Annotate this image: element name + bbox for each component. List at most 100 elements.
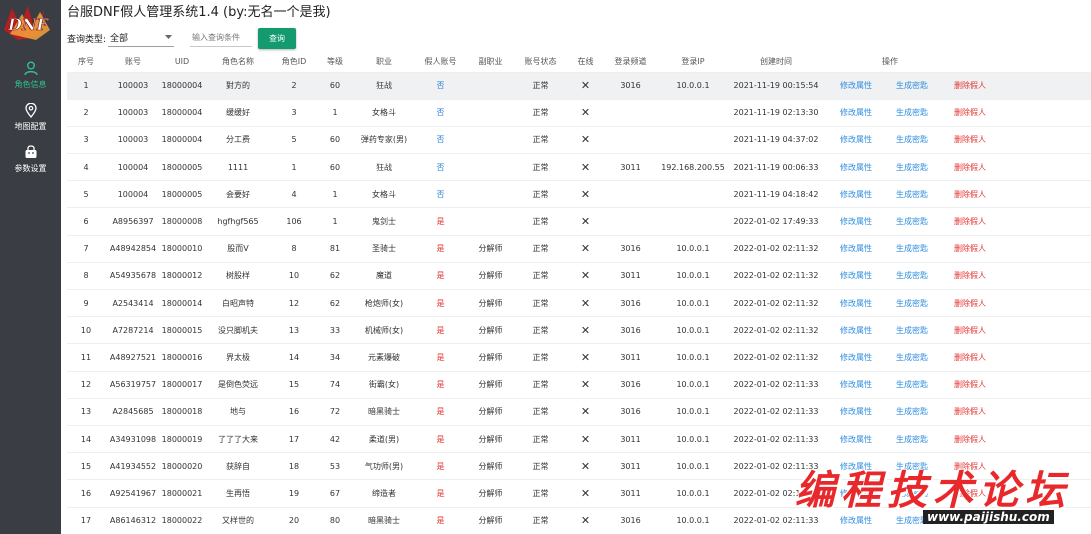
col-header: 角色ID [273,52,315,73]
row-actions: 修改属性 生成密匙 删除假人 [824,452,1091,481]
delete-bot-link[interactable]: 删除假人 [954,353,986,362]
delete-bot-link[interactable]: 删除假人 [954,190,986,199]
table-cell [468,153,513,182]
table-cell: 18000005 [161,180,203,209]
delete-bot-link[interactable]: 删除假人 [954,489,986,498]
search-input[interactable] [190,29,253,47]
table-cell: 是 [413,207,468,236]
edit-attributes-link[interactable]: 修改属性 [840,271,872,280]
table-cell: 10 [273,262,315,291]
table-cell: 正常 [513,262,568,291]
delete-bot-link[interactable]: 删除假人 [954,299,986,308]
edit-attributes-link[interactable]: 修改属性 [840,326,872,335]
table-cell: 树股样 [203,262,273,291]
table-cell [658,99,728,127]
table-cell: 106 [273,207,315,236]
generate-key-link[interactable]: 生成密匙 [896,489,928,498]
svg-text:DNF: DNF [7,15,50,34]
table-cell: 分解师 [468,479,513,508]
table-row: 13 A2845685 18000018 地与 16 72 暗黑骑士是分解师 正常 ✕ 3016 1… [67,398,1091,426]
table-cell: 4 [67,153,105,182]
sidebar-item-role-info[interactable]: 角色信息 [0,54,61,96]
table-cell: 13 [67,398,105,426]
delete-bot-link[interactable]: 删除假人 [954,81,986,90]
table-cell: 1 [273,153,315,182]
edit-attributes-link[interactable]: 修改属性 [840,81,872,90]
generate-key-link[interactable]: 生成密匙 [896,81,928,90]
main-panel: 台服DNF假人管理系统1.4 (by:无名一个是我) 查询类型: 全部 查询 序… [61,0,1091,534]
table-cell [468,126,513,155]
edit-attributes-link[interactable]: 修改属性 [840,108,872,117]
table-cell: hgfhgf565 [203,207,273,236]
delete-bot-link[interactable]: 删除假人 [954,271,986,280]
generate-key-link[interactable]: 生成密匙 [896,380,928,389]
delete-bot-link[interactable]: 删除假人 [954,244,986,253]
table-cell: 18000018 [161,398,203,426]
table-cell: 分解师 [468,289,513,318]
delete-bot-link[interactable]: 删除假人 [954,326,986,335]
edit-attributes-link[interactable]: 修改属性 [840,299,872,308]
table-cell: 鬼剑士 [355,207,413,236]
edit-attributes-link[interactable]: 修改属性 [840,217,872,226]
delete-bot-link[interactable]: 删除假人 [954,163,986,172]
generate-key-link[interactable]: 生成密匙 [896,353,928,362]
delete-bot-link[interactable]: 删除假人 [954,407,986,416]
table-cell: 10.0.0.1 [658,235,728,263]
generate-key-link[interactable]: 生成密匙 [896,516,928,525]
query-type-select[interactable]: 全部 [108,30,175,47]
edit-attributes-link[interactable]: 修改属性 [840,407,872,416]
generate-key-link[interactable]: 生成密匙 [896,190,928,199]
edit-attributes-link[interactable]: 修改属性 [840,516,872,525]
table-row: 8 A54935678 18000012 树股样 10 62 魔道是分解师 正常 ✕ 3011 10… [67,262,1091,291]
edit-attributes-link[interactable]: 修改属性 [840,353,872,362]
delete-bot-link[interactable]: 删除假人 [954,217,986,226]
generate-key-link[interactable]: 生成密匙 [896,108,928,117]
generate-key-link[interactable]: 生成密匙 [896,435,928,444]
delete-bot-link[interactable]: 删除假人 [954,108,986,117]
table-cell: A34931098 [105,425,161,454]
generate-key-link[interactable]: 生成密匙 [896,462,928,471]
table-cell [468,180,513,209]
generate-key-link[interactable]: 生成密匙 [896,326,928,335]
edit-attributes-link[interactable]: 修改属性 [840,489,872,498]
edit-attributes-link[interactable]: 修改属性 [840,135,872,144]
generate-key-link[interactable]: 生成密匙 [896,271,928,280]
table-cell: 18 [273,452,315,481]
sidebar-item-param-settings[interactable]: 参数设置 [0,138,61,180]
query-button[interactable]: 查询 [258,27,297,49]
table-cell: 60 [315,72,355,100]
role-table: 序号 账号 UID 角色名称 角色ID 等级 职业 假人账号 副职业 账号状态 … [67,52,1091,534]
edit-attributes-link[interactable]: 修改属性 [840,435,872,444]
table-cell: 3016 [603,289,658,318]
delete-bot-link[interactable]: 删除假人 [954,380,986,389]
table-cell: 60 [315,153,355,182]
table-cell: A92541967 [105,479,161,508]
table-cell: 18000021 [161,479,203,508]
sidebar-item-map-config[interactable]: 地图配置 [0,96,61,138]
table-cell: 缓缓好 [203,99,273,127]
delete-bot-link[interactable]: 删除假人 [954,516,986,525]
generate-key-link[interactable]: 生成密匙 [896,244,928,253]
table-cell: 100004 [105,180,161,209]
generate-key-link[interactable]: 生成密匙 [896,163,928,172]
table-cell: ✕ [568,289,603,318]
table-cell: ✕ [568,99,603,127]
edit-attributes-link[interactable]: 修改属性 [840,190,872,199]
table-row: 7 A48942854 18000010 股而V 8 81 圣骑士是分解师 正常 ✕ 3016 10… [67,235,1091,263]
edit-attributes-link[interactable]: 修改属性 [840,244,872,253]
generate-key-link[interactable]: 生成密匙 [896,135,928,144]
delete-bot-link[interactable]: 删除假人 [954,435,986,444]
table-cell: A8956397 [105,207,161,236]
table-cell: 分解师 [468,398,513,426]
generate-key-link[interactable]: 生成密匙 [896,217,928,226]
delete-bot-link[interactable]: 删除假人 [954,135,986,144]
location-pin-icon [24,102,37,118]
generate-key-link[interactable]: 生成密匙 [896,299,928,308]
edit-attributes-link[interactable]: 修改属性 [840,163,872,172]
row-actions: 修改属性 生成密匙 删除假人 [824,235,1091,263]
edit-attributes-link[interactable]: 修改属性 [840,462,872,471]
edit-attributes-link[interactable]: 修改属性 [840,380,872,389]
generate-key-link[interactable]: 生成密匙 [896,407,928,416]
table-cell: 18000004 [161,99,203,127]
delete-bot-link[interactable]: 删除假人 [954,462,986,471]
